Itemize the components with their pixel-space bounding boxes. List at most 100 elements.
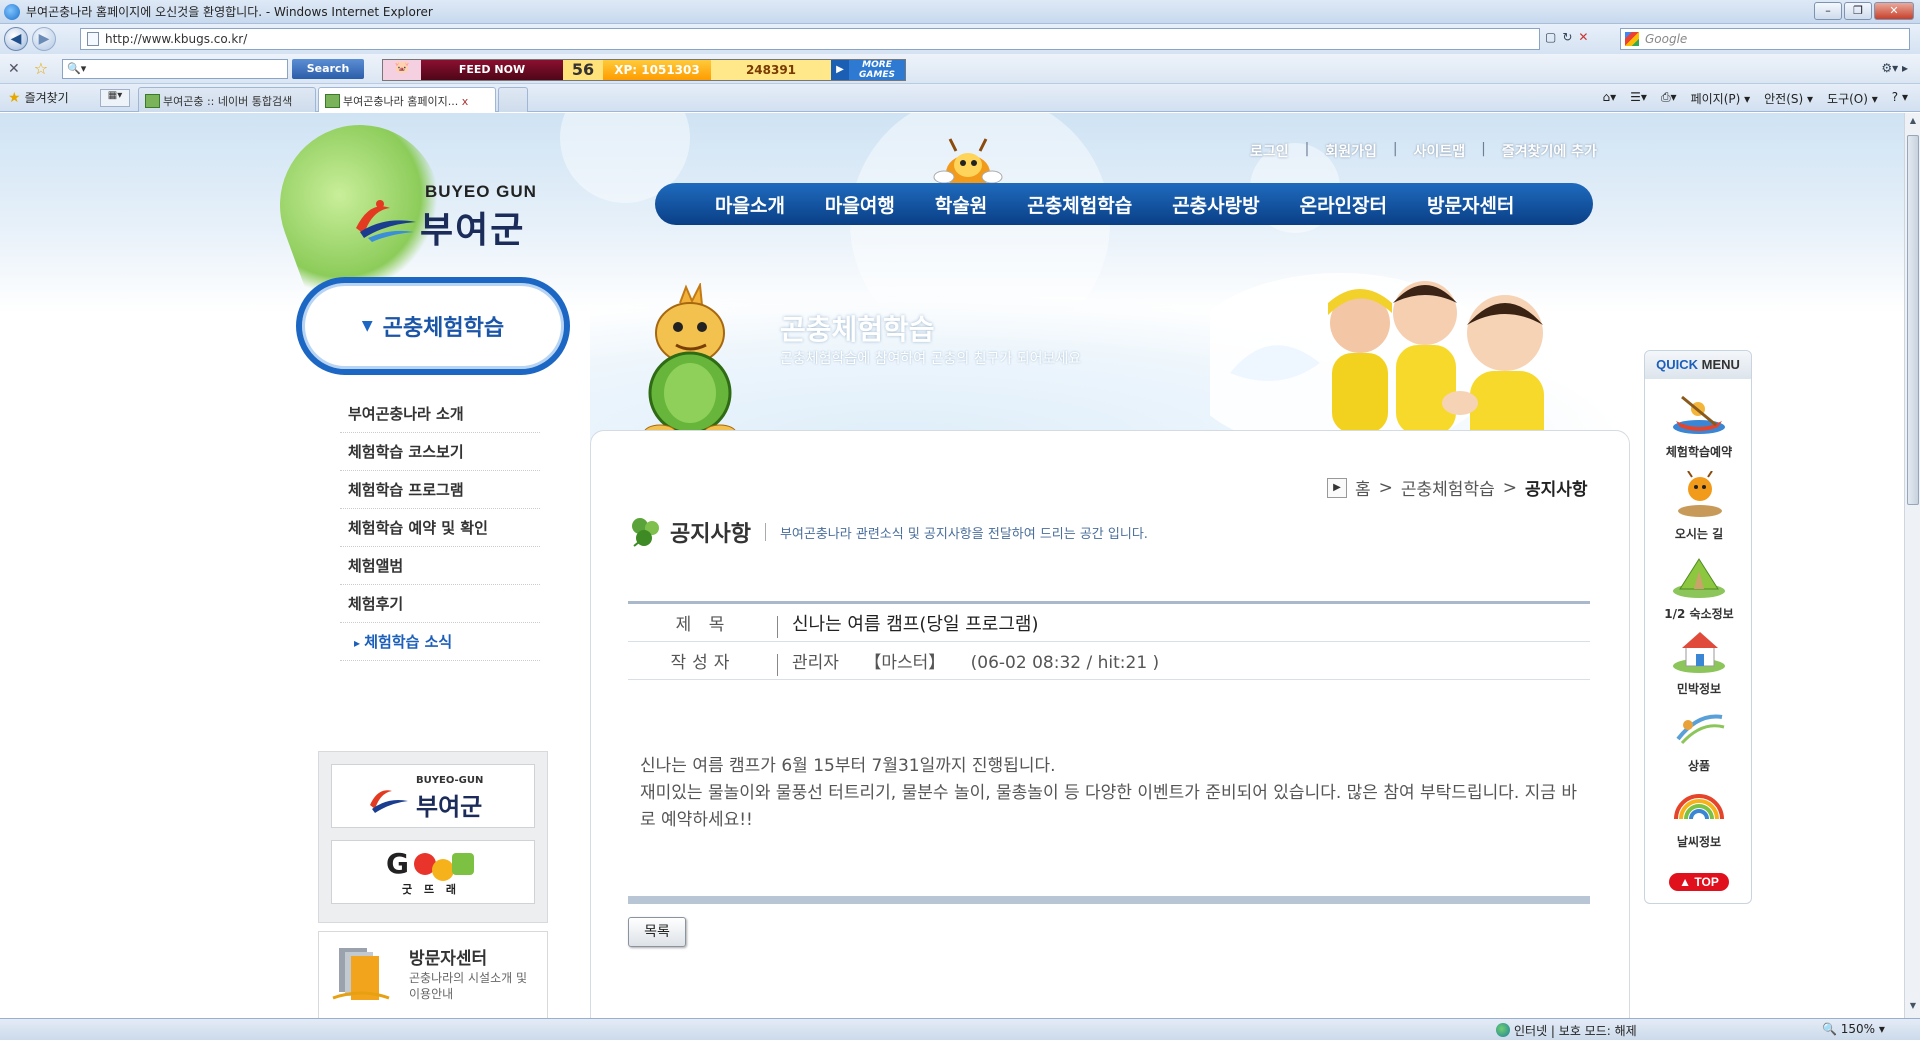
page-menu[interactable]: 페이지(P) ▾ <box>1691 90 1751 107</box>
subject-label: 제 목 <box>628 610 778 638</box>
address-bar: ◀ ▶ http://www.kbugs.co.kr/ ▢ ↻ ✕ Google <box>0 24 1920 54</box>
new-tab-button[interactable] <box>498 87 528 112</box>
coins-counter: 248391 <box>711 60 831 80</box>
quick-item-minbak[interactable]: 민박정보 <box>1645 626 1753 697</box>
visitor-center-banner[interactable]: 방문자센터 곤충나라의 시설소개 및 이용안내 <box>318 931 548 1018</box>
url-input[interactable]: http://www.kbugs.co.kr/ <box>80 28 1540 50</box>
nav-insect-experience[interactable]: 곤충체험학습 <box>1007 191 1152 218</box>
game-toolbar: 🐷 FEED NOW 56 XP: 1051303 248391 ▶ MORE … <box>382 59 906 81</box>
title-divider <box>764 523 766 541</box>
help-menu[interactable]: ? ▾ <box>1892 90 1908 107</box>
window-title: 부여곤충나라 홈페이지에 오신것을 환영합니다. - Windows Inter… <box>26 5 433 19</box>
toolbar-close-icon[interactable]: ✕ <box>8 61 20 77</box>
forward-button[interactable]: ▶ <box>32 27 56 51</box>
zoom-level[interactable]: 🔍 150% ▾ <box>1822 1022 1885 1036</box>
sidebar-item-album[interactable]: 체험앨범 <box>340 547 540 585</box>
home-icon[interactable]: ⌂▾ <box>1603 90 1617 107</box>
nav-village-travel[interactable]: 마을여행 <box>805 191 915 218</box>
back-button[interactable]: ◀ <box>4 27 28 51</box>
tools-menu[interactable]: 도구(O) ▾ <box>1827 90 1878 107</box>
scroll-thumb[interactable] <box>1907 135 1919 505</box>
sidebar-item-intro[interactable]: 부여곤충나라 소개 <box>340 395 540 433</box>
map-icon <box>1678 470 1722 517</box>
buyeo-swoosh-icon <box>370 790 408 813</box>
quick-item-weather[interactable]: 날씨정보 <box>1645 779 1753 850</box>
sidebar-item-program[interactable]: 체험학습 프로그램 <box>340 471 540 509</box>
sidebar-item-reservation[interactable]: 체험학습 예약 및 확인 <box>340 509 540 547</box>
tab-close-icon[interactable]: x <box>462 95 469 108</box>
maximize-button[interactable]: ❐ <box>1844 2 1872 20</box>
visitor-description: 곤충나라의 시설소개 및 이용안내 <box>409 971 528 1001</box>
play-icon[interactable]: ▶ <box>831 60 849 80</box>
partner-banners: BUYEO-GUN 부여군 G 굿 뜨 래 <box>318 751 548 923</box>
post-author: 관리자 <box>792 653 839 673</box>
sidebar-item-review[interactable]: 체험후기 <box>340 585 540 623</box>
post-header-table: 제 목 신나는 여름 캠프(당일 프로그램) 작성자 관리자 【마스터】 (06… <box>628 601 1590 680</box>
favorites-button[interactable]: ★ 즐겨찾기 <box>8 89 69 106</box>
nav-visitor-center[interactable]: 방문자센터 <box>1407 191 1534 218</box>
nav-academy[interactable]: 학술원 <box>915 191 1007 218</box>
author-row: 작성자 관리자 【마스터】 (06-02 08:32 / hit:21 ) <box>628 642 1590 680</box>
buyeo-gun-banner[interactable]: BUYEO-GUN 부여군 <box>331 764 535 828</box>
insect-mascot-icon <box>643 283 737 442</box>
scroll-up-icon[interactable]: ▲ <box>1907 116 1919 130</box>
feeds-icon[interactable]: ☰▾ <box>1630 90 1647 107</box>
close-window-button[interactable]: ✕ <box>1874 2 1914 20</box>
add-favorite-link[interactable]: 즐겨찾기에 추가 <box>1502 141 1597 161</box>
nav-insect-community[interactable]: 곤충사랑방 <box>1152 191 1279 218</box>
quick-item-label: 1/2 숙소정보 <box>1664 607 1734 621</box>
quick-item-reservation[interactable]: 체험학습예약 <box>1645 389 1753 460</box>
vertical-scrollbar[interactable]: ▲ ▼ <box>1904 113 1920 1018</box>
favorites-star-icon[interactable]: ☆ <box>34 59 48 78</box>
toolbar-search-input[interactable]: 🔍▾ <box>62 59 288 79</box>
minimize-button[interactable]: – <box>1814 2 1842 20</box>
safety-menu[interactable]: 안전(S) ▾ <box>1764 90 1813 107</box>
sidebar-item-news[interactable]: 체험학습 소식 <box>340 623 540 661</box>
banner-subtitle: 곤충체험학습에 참여하여 곤충의 친구가 되어보세요 <box>780 351 1082 367</box>
security-zone[interactable]: 인터넷 | 보호 모드: 해제 <box>1496 1022 1637 1039</box>
breadcrumb-home[interactable]: 홈 <box>1355 475 1371 500</box>
nav-village-intro[interactable]: 마을소개 <box>695 191 805 218</box>
logo-english: BUYEO GUN <box>425 182 537 201</box>
command-bar: ⌂▾ ☰▾ ⎙▾ 페이지(P) ▾ 안전(S) ▾ 도구(O) ▾ ? ▾ <box>1603 90 1908 107</box>
quick-item-goods[interactable]: 상품 <box>1645 703 1753 774</box>
toolbar-search-button[interactable]: Search <box>292 59 364 79</box>
scroll-down-icon[interactable]: ▼ <box>1907 1001 1919 1015</box>
sidebar-menu: 부여곤충나라 소개 체험학습 코스보기 체험학습 프로그램 체험학습 예약 및 … <box>340 395 540 661</box>
toolbar-options-icon[interactable]: ⚙▾ ▸ <box>1881 61 1908 75</box>
join-link[interactable]: 회원가입 <box>1325 141 1377 161</box>
print-icon[interactable]: ⎙▾ <box>1661 90 1677 107</box>
quick-item-directions[interactable]: 오시는 길 <box>1645 470 1753 542</box>
buyeo-logo[interactable]: BUYEO GUN 부여군 <box>350 158 550 258</box>
addon-toolbar: ✕ ☆ 🔍▾ Search 🐷 FEED NOW 56 XP: 1051303 … <box>0 54 1920 84</box>
pig-icon[interactable]: 🐷 <box>383 60 421 80</box>
top-button[interactable]: ▲ TOP <box>1669 873 1729 891</box>
sitemap-link[interactable]: 사이트맵 <box>1414 141 1466 161</box>
tab-naver-search[interactable]: 부여곤충 :: 네이버 통합검색 <box>138 87 316 112</box>
feed-now-button[interactable]: FEED NOW <box>421 60 563 80</box>
nav-online-market[interactable]: 온라인장터 <box>1280 191 1407 218</box>
stop-icon[interactable]: ✕ <box>1578 30 1588 44</box>
more-games-button[interactable]: MORE GAMES <box>849 60 905 80</box>
goodtrae-logo: G <box>386 847 411 880</box>
list-button[interactable]: 목록 <box>628 917 686 947</box>
quick-tabs-button[interactable]: ▦▾ <box>100 89 130 107</box>
goodtrae-banner[interactable]: G 굿 뜨 래 <box>331 840 535 904</box>
sidebar-title-text: 곤충체험학습 <box>382 316 505 341</box>
quick-item-lodging[interactable]: 1/2 숙소정보 <box>1645 551 1753 622</box>
refresh-icon[interactable]: ↻ <box>1562 30 1572 44</box>
breadcrumb-current: 공지사항 <box>1524 480 1588 500</box>
tab-kbugs-home[interactable]: 부여곤충나라 홈페이지... x <box>318 87 496 112</box>
compat-view-icon[interactable]: ▢ <box>1545 30 1556 44</box>
quick-item-label: 오시는 길 <box>1674 527 1724 541</box>
web-search-input[interactable]: Google <box>1620 28 1910 50</box>
login-link[interactable]: 로그인 <box>1250 141 1289 161</box>
zone-text: 인터넷 | 보호 모드: 해제 <box>1514 1024 1637 1038</box>
breadcrumb-section[interactable]: 곤충체험학습 <box>1401 475 1495 500</box>
window-controls: – ❐ ✕ <box>1814 2 1914 20</box>
favorites-label: 즐겨찾기 <box>24 91 69 105</box>
sidebar-item-course[interactable]: 체험학습 코스보기 <box>340 433 540 471</box>
status-bar: 인터넷 | 보호 모드: 해제 🔍 150% ▾ <box>0 1018 1920 1040</box>
post-body-line: 신나는 여름 캠프가 6월 15부터 7월31일까지 진행됩니다. <box>640 756 1056 776</box>
banner-buyeo-ko: 부여군 <box>416 793 483 821</box>
